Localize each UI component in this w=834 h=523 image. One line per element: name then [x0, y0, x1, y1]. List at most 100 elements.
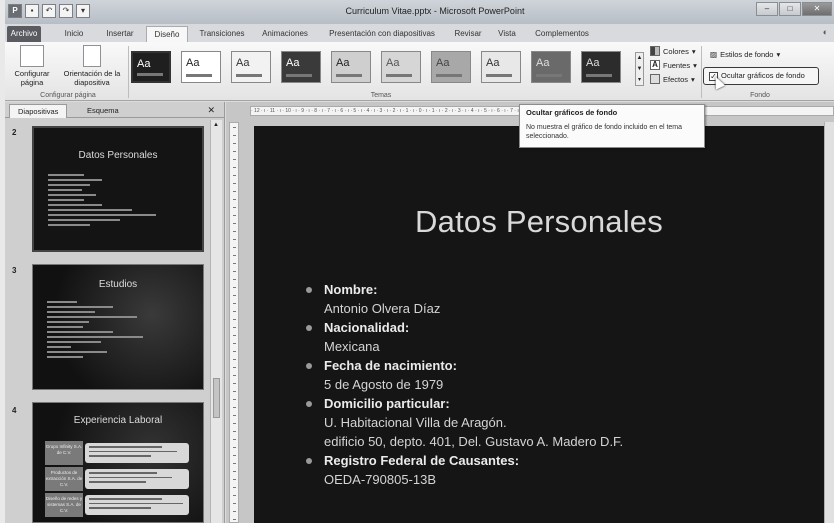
ruler-tick	[233, 319, 236, 320]
slide-orientation-button[interactable]: Orientación de la diapositiva	[59, 45, 125, 87]
theme-thumbnail[interactable]: Aa	[531, 51, 571, 83]
list-item: Diseño de redes y sistemas S.A. de C.V.	[45, 493, 193, 517]
redo-icon[interactable]: ↷	[59, 4, 73, 18]
bullet-value: Antonio Olvera Díaz	[324, 301, 441, 316]
slide-orientation-label: Orientación de la diapositiva	[63, 69, 121, 87]
group-label-config: Configurar página	[40, 92, 96, 99]
close-icon[interactable]: ✕	[207, 105, 215, 116]
theme-thumbnail[interactable]: Aa	[381, 51, 421, 83]
theme-label: Aa	[286, 57, 300, 69]
theme-thumbnail[interactable]: Aa	[481, 51, 521, 83]
theme-thumbnail[interactable]: Aa	[181, 51, 221, 83]
bullet-value: U. Habitacional Villa de Aragón.	[324, 415, 507, 430]
slide-title[interactable]: Datos Personales	[254, 204, 824, 240]
effects-dropdown[interactable]: Efectos ▾	[650, 74, 695, 84]
theme-color-bar	[386, 74, 412, 77]
thumbnail-title: Estudios	[98, 279, 138, 290]
tab-vista[interactable]: Vista	[493, 26, 521, 42]
theme-thumbnail[interactable]: Aa	[231, 51, 271, 83]
close-button[interactable]: ✕	[802, 2, 832, 16]
ruler-tick	[233, 423, 236, 424]
themes-gallery-scroll[interactable]: ▲ ▼ ▾	[635, 52, 644, 86]
save-icon[interactable]: ▪	[25, 4, 39, 18]
ruler-tick	[233, 431, 236, 432]
help-icon[interactable]: ◐	[823, 27, 828, 37]
tab-archivo[interactable]: Archivo	[7, 26, 41, 42]
ruler-tick	[233, 143, 236, 144]
theme-label: Aa	[436, 57, 450, 69]
slide-thumbnail[interactable]: Experiencia Laboral Grupo Infinity S.A. …	[32, 402, 204, 523]
background-styles-label: Estilos de fondo	[720, 50, 774, 59]
theme-thumbnail[interactable]: Aa	[581, 51, 621, 83]
theme-thumbnail[interactable]: Aa	[431, 51, 471, 83]
tab-presentacion[interactable]: Presentación con diapositivas	[323, 26, 441, 42]
tab-insertar[interactable]: Insertar	[100, 26, 140, 42]
tab-diapositivas[interactable]: Diapositivas	[9, 104, 68, 118]
ruler-tick	[233, 255, 236, 256]
bullet-heading: Nombre:	[302, 280, 802, 299]
ruler-tick	[233, 175, 236, 176]
undo-icon[interactable]: ↶	[42, 4, 56, 18]
job-description	[85, 469, 189, 489]
separator	[128, 46, 129, 98]
ruler-tick	[233, 199, 236, 200]
theme-color-bar	[536, 74, 562, 77]
tab-revisar[interactable]: Revisar	[451, 26, 485, 42]
tab-inicio[interactable]: Inicio	[59, 26, 89, 42]
maximize-button[interactable]: □	[779, 2, 801, 16]
ruler-tick	[233, 503, 236, 504]
colors-dropdown[interactable]: Colores ▾	[650, 46, 696, 56]
theme-thumbnail[interactable]: Aa	[331, 51, 371, 83]
tab-complementos[interactable]: Complementos	[530, 26, 594, 42]
customize-icon[interactable]: ▾	[76, 4, 90, 18]
tab-esquema[interactable]: Esquema	[79, 104, 127, 118]
tab-diseno[interactable]: Diseño	[146, 26, 188, 42]
background-styles-button[interactable]: ▨ Estilos de fondo ▾	[710, 50, 780, 59]
bullet-value: Mexicana	[324, 339, 380, 354]
powerpoint-app-icon[interactable]: P	[8, 4, 22, 18]
current-slide[interactable]: Datos Personales Nombre: Antonio Olvera …	[254, 126, 824, 523]
thumbnail-text-lines	[48, 174, 168, 229]
theme-color-bar	[286, 74, 312, 77]
theme-thumbnail[interactable]: Aa	[131, 51, 171, 83]
ruler-tick	[233, 207, 236, 208]
list-item: Grupo Infinity S.A. de C.V.	[45, 441, 193, 465]
job-description	[85, 495, 189, 515]
ruler-tick	[233, 303, 236, 304]
slide-number: 2	[12, 128, 17, 137]
powerpoint-window: P ▪ ↶ ↷ ▾ Curriculum Vitae.pptx - Micros…	[5, 0, 834, 523]
ruler-tick	[233, 263, 236, 264]
scrollbar-thumb[interactable]	[213, 378, 220, 418]
group-label-themes: Temas	[370, 92, 392, 99]
scroll-up-icon[interactable]: ▲	[213, 122, 219, 128]
tab-animaciones[interactable]: Animaciones	[257, 26, 313, 42]
theme-label: Aa	[186, 57, 200, 69]
ruler-tick	[233, 519, 236, 520]
ruler-tick	[233, 359, 236, 360]
slide-editor: · 12 · ı · 11 · ı · 10 · ı · 9 · ı · 8 ·…	[226, 102, 834, 523]
fonts-label: Fuentes	[663, 60, 691, 70]
minimize-button[interactable]: –	[756, 2, 778, 16]
panel-scrollbar[interactable]: ▲	[210, 120, 222, 523]
theme-color-bar	[336, 74, 362, 77]
hide-background-graphics-label[interactable]: Ocultar gráficos de fondo	[721, 71, 805, 80]
theme-label: Aa	[536, 57, 550, 69]
chevron-down-icon: ▾	[691, 74, 695, 84]
group-label-fondo: Fondo	[750, 92, 770, 99]
tab-transiciones[interactable]: Transiciones	[194, 26, 250, 42]
theme-thumbnail[interactable]: Aa	[281, 51, 321, 83]
slide-thumbnail[interactable]: Datos Personales	[32, 126, 204, 252]
ruler-tick	[233, 247, 236, 248]
ruler-tick	[233, 167, 236, 168]
slide-thumbnail[interactable]: Estudios	[32, 264, 204, 390]
page-setup-button[interactable]: Configurar página	[11, 45, 53, 87]
editor-scrollbar[interactable]	[824, 122, 834, 523]
theme-label: Aa	[236, 57, 250, 69]
slide-bullet-list[interactable]: Nombre: Antonio Olvera Díaz Nacionalidad…	[302, 280, 802, 489]
title-bar: P ▪ ↶ ↷ ▾ Curriculum Vitae.pptx - Micros…	[5, 0, 834, 24]
thumbnail-title: Experiencia Laboral	[73, 415, 163, 426]
chevron-down-icon: ▾	[691, 46, 696, 56]
ruler-tick	[233, 215, 236, 216]
list-item: Productos de extracción S.A. de C.V.	[45, 467, 193, 491]
fonts-dropdown[interactable]: A Fuentes ▾	[650, 60, 697, 70]
